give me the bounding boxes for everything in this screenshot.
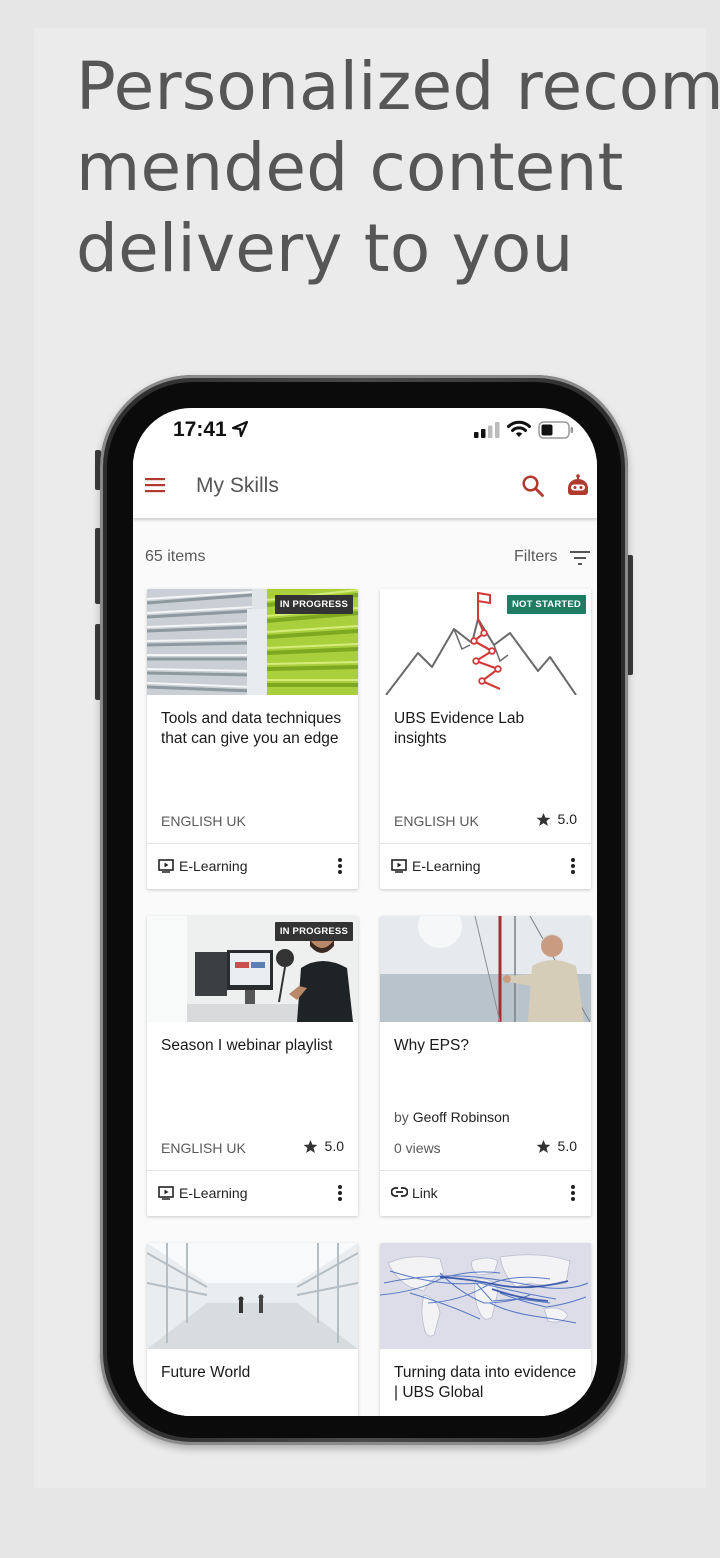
content-card[interactable]: Turning data into evidence | UBS Global xyxy=(380,1243,591,1416)
play-screen-icon xyxy=(158,859,174,873)
star-icon xyxy=(536,812,550,826)
card-footer: E-Learning xyxy=(147,843,358,889)
status-bar: 17:41 xyxy=(133,408,597,458)
hamburger-menu-icon[interactable] xyxy=(145,474,167,496)
card-thumbnail: IN PROGRESS xyxy=(147,589,358,695)
assistant-bot-icon[interactable] xyxy=(566,474,590,498)
content-card[interactable]: IN PROGRESS Season I webinar playlist EN… xyxy=(147,916,358,1216)
card-language: ENGLISH UK xyxy=(394,813,479,829)
glass-walkway-image xyxy=(147,1243,358,1349)
author-name: Geoff Robinson xyxy=(412,1109,510,1125)
card-footer: E-Learning xyxy=(380,843,591,889)
card-language: ENGLISH UK xyxy=(161,1140,246,1156)
more-options-icon[interactable] xyxy=(338,858,342,874)
battery-icon xyxy=(538,421,573,439)
card-rating: 5.0 xyxy=(536,1138,577,1154)
play-screen-icon xyxy=(158,1186,174,1200)
headline-line-1: Personalized recom- xyxy=(76,48,720,125)
card-thumbnail xyxy=(380,916,591,1022)
link-icon xyxy=(391,1187,408,1197)
card-type: E-Learning xyxy=(179,858,248,874)
rating-value: 5.0 xyxy=(324,1138,344,1154)
card-title: Season I webinar playlist xyxy=(161,1037,333,1054)
star-icon xyxy=(303,1139,317,1153)
app-bar: My Skills xyxy=(133,458,597,518)
card-thumbnail: IN PROGRESS xyxy=(147,916,358,1022)
world-shipping-map-image xyxy=(380,1243,591,1349)
status-badge: IN PROGRESS xyxy=(274,922,353,941)
card-type: Link xyxy=(412,1185,438,1201)
more-options-icon[interactable] xyxy=(571,1185,575,1201)
content-card[interactable]: Why EPS? by Geoff Robinson 0 views 5.0 L… xyxy=(380,916,591,1216)
card-language: ENGLISH UK xyxy=(161,813,246,829)
sailing-man-image xyxy=(380,916,591,1022)
items-count: 65 items xyxy=(145,548,206,565)
content-card[interactable]: IN PROGRESS Tools and data techniques th… xyxy=(147,589,358,889)
marketing-headline: Personalized recom- mended content deliv… xyxy=(76,46,720,289)
search-icon[interactable] xyxy=(521,474,545,498)
cellular-signal-icon xyxy=(474,422,500,438)
content-area: 65 items Filters IN PROGRESS Tools and d… xyxy=(133,518,597,1416)
filter-lines-icon[interactable] xyxy=(570,550,592,566)
page-title: My Skills xyxy=(196,474,279,497)
wifi-icon xyxy=(507,420,531,437)
card-rating: 5.0 xyxy=(536,811,577,827)
card-type: E-Learning xyxy=(179,1185,248,1201)
card-title: Why EPS? xyxy=(394,1037,469,1054)
headline-line-3: delivery to you xyxy=(76,210,574,287)
card-footer: E-Learning xyxy=(147,1170,358,1216)
star-icon xyxy=(536,1139,550,1153)
more-options-icon[interactable] xyxy=(571,858,575,874)
card-title: Turning data into evidence | UBS Global xyxy=(394,1364,577,1401)
card-type: E-Learning xyxy=(412,858,481,874)
headline-line-2: mended content xyxy=(76,129,624,206)
card-title: Tools and data techniques that can give … xyxy=(161,710,342,747)
more-options-icon[interactable] xyxy=(338,1185,342,1201)
filters-button[interactable]: Filters xyxy=(514,548,558,566)
card-author: by Geoff Robinson xyxy=(394,1109,510,1125)
status-time: 17:41 xyxy=(173,418,227,441)
card-views: 0 views xyxy=(394,1140,441,1156)
status-badge: NOT STARTED xyxy=(506,595,586,614)
card-thumbnail xyxy=(380,1243,591,1349)
phone-screen: 17:41 My Skills 65 items Filters IN PROG… xyxy=(133,408,597,1416)
location-arrow-icon xyxy=(231,420,249,438)
rating-value: 5.0 xyxy=(557,811,577,827)
card-thumbnail xyxy=(147,1243,358,1349)
content-card[interactable]: NOT STARTED UBS Evidence Lab insights EN… xyxy=(380,589,591,889)
card-title: Future World xyxy=(161,1364,251,1381)
card-thumbnail: NOT STARTED xyxy=(380,589,591,695)
author-prefix: by xyxy=(394,1109,409,1125)
rating-value: 5.0 xyxy=(557,1138,577,1154)
play-screen-icon xyxy=(391,859,407,873)
status-badge: IN PROGRESS xyxy=(274,595,353,614)
card-footer: Link xyxy=(380,1170,591,1216)
card-rating: 5.0 xyxy=(303,1138,344,1154)
card-title: UBS Evidence Lab insights xyxy=(394,710,525,747)
content-card[interactable]: Future World xyxy=(147,1243,358,1416)
